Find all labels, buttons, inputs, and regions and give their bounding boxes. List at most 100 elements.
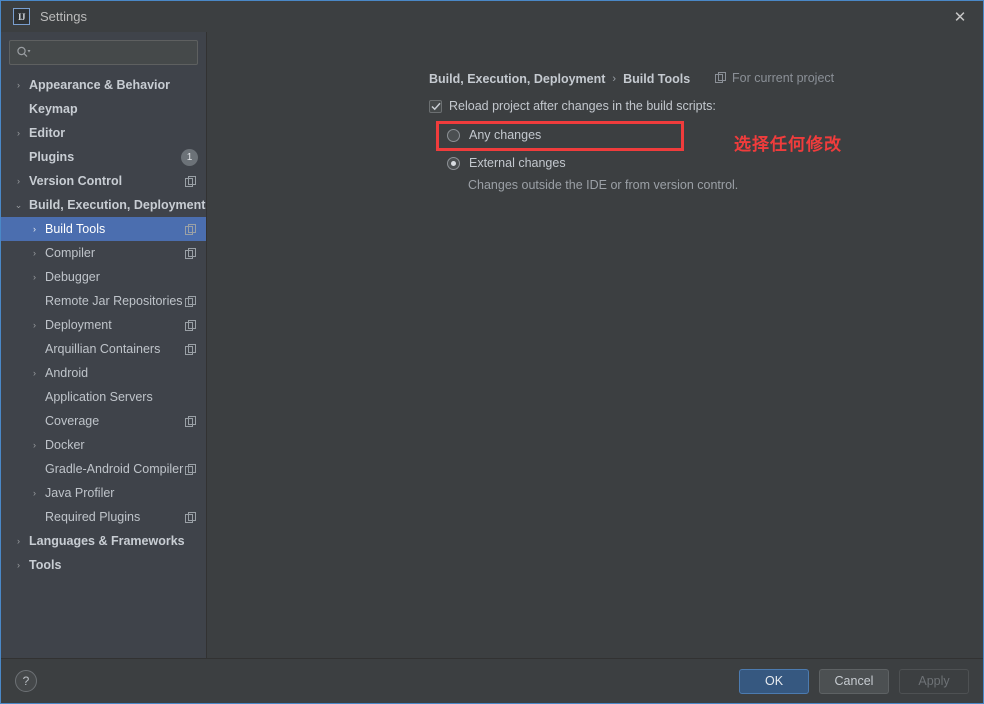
apply-button: Apply (899, 669, 969, 694)
project-scope-icon (185, 416, 197, 428)
search-box[interactable] (9, 40, 198, 65)
sidebar-item-deployment[interactable]: › Deployment (1, 313, 206, 337)
ok-button[interactable]: OK (739, 669, 809, 694)
sidebar-item-label: Deployment (45, 318, 112, 332)
breadcrumb-leaf: Build Tools (623, 72, 690, 86)
sidebar-item-compiler[interactable]: ›Compiler (1, 241, 206, 265)
sidebar-item-java-profiler[interactable]: ›Java Profiler (1, 481, 206, 505)
reload-project-checkbox[interactable] (429, 100, 442, 113)
sidebar-item-label: Docker (45, 438, 85, 452)
breadcrumb: Build, Execution, Deployment › Build Too… (429, 70, 690, 88)
radio-any-changes-label: Any changes (469, 128, 541, 142)
tree-spacer (29, 392, 40, 403)
reload-project-label: Reload project after changes in the buil… (449, 99, 716, 113)
project-scope-icon (185, 247, 197, 265)
radio-any-changes-indicator[interactable] (447, 129, 460, 142)
window-title: Settings (40, 9, 87, 24)
project-scope-icon (185, 295, 197, 313)
tree-spacer (29, 344, 40, 355)
tree-spacer (29, 416, 40, 427)
project-scope-note: For current project (715, 71, 834, 85)
project-scope-icon (185, 319, 197, 337)
search-input[interactable] (35, 46, 191, 60)
sidebar-item-required-plugins[interactable]: Required Plugins (1, 505, 206, 529)
project-scope-icon (185, 511, 197, 529)
sidebar-item-build-execution-deployment[interactable]: ⌄ Build, Execution, Deployment (1, 193, 206, 217)
chevron-icon[interactable]: › (29, 440, 40, 451)
chevron-icon[interactable]: › (29, 320, 40, 331)
chevron-icon[interactable]: › (29, 224, 40, 235)
sidebar-item-application-servers[interactable]: Application Servers (1, 385, 206, 409)
chevron-icon[interactable]: › (29, 272, 40, 283)
chevron-icon[interactable]: › (29, 368, 40, 379)
search-icon (16, 46, 31, 59)
tree-spacer (29, 296, 40, 307)
search-container (1, 32, 206, 71)
sidebar-item-languages-frameworks[interactable]: › Languages & Frameworks (1, 529, 206, 553)
chevron-icon[interactable]: ⌄ (13, 200, 24, 211)
dialog-button-group: OK Cancel Apply (739, 669, 969, 694)
settings-tree: › Appearance & Behavior Keymap ›EditorPlugi… (1, 71, 206, 658)
tree-spacer (13, 152, 24, 163)
sidebar-item-label: Remote Jar Repositories (45, 294, 183, 308)
breadcrumb-root[interactable]: Build, Execution, Deployment (429, 72, 605, 86)
sidebar-item-build-tools[interactable]: › Build Tools (1, 217, 206, 241)
sidebar-item-label: Version Control (29, 174, 122, 188)
dialog-footer: ? OK Cancel Apply (1, 658, 983, 703)
radio-external-changes-label: External changes (469, 156, 566, 170)
reload-project-checkbox-row[interactable]: Reload project after changes in the buil… (429, 99, 716, 113)
sidebar-item-label: Application Servers (45, 390, 153, 404)
sidebar-item-label: Keymap (29, 102, 78, 116)
plugins-update-badge: 1 (181, 149, 198, 166)
sidebar-item-gradle-android-compiler[interactable]: Gradle-Android Compiler (1, 457, 206, 481)
sidebar-item-label: Build Tools (45, 222, 105, 236)
chevron-icon[interactable]: › (29, 488, 40, 499)
annotation-text: 选择任何修改 (734, 130, 842, 155)
chevron-icon[interactable]: › (29, 248, 40, 259)
project-scope-icon (715, 72, 727, 84)
sidebar-item-label: Appearance & Behavior (29, 78, 170, 92)
help-button[interactable]: ? (15, 670, 37, 692)
project-scope-icon (185, 175, 197, 193)
chevron-icon[interactable]: › (13, 80, 24, 91)
chevron-icon[interactable]: › (13, 128, 24, 139)
dialog-body: › Appearance & Behavior Keymap ›EditorPlugi… (1, 32, 983, 658)
sidebar-item-debugger[interactable]: ›Debugger (1, 265, 206, 289)
sidebar-item-arquillian-containers[interactable]: Arquillian Containers (1, 337, 206, 361)
sidebar-item-label: Coverage (45, 414, 99, 428)
project-scope-icon (185, 343, 197, 361)
chevron-icon[interactable]: › (13, 176, 24, 187)
radio-external-changes-indicator[interactable] (447, 157, 460, 170)
sidebar-item-appearance-behavior[interactable]: › Appearance & Behavior (1, 73, 206, 97)
sidebar-item-label: Required Plugins (45, 510, 140, 524)
sidebar-item-keymap[interactable]: Keymap (1, 97, 206, 121)
cancel-button[interactable]: Cancel (819, 669, 889, 694)
sidebar-item-plugins[interactable]: Plugins1 (1, 145, 206, 169)
project-scope-icon (185, 344, 197, 356)
chevron-icon[interactable]: › (13, 536, 24, 547)
radio-any-changes[interactable]: Any changes (447, 128, 541, 142)
radio-selected-dot (451, 161, 456, 166)
project-scope-label: For current project (732, 71, 834, 85)
chevron-icon[interactable]: › (13, 560, 24, 571)
option-description: Changes outside the IDE or from version … (468, 178, 738, 192)
sidebar-item-editor[interactable]: ›Editor (1, 121, 206, 145)
settings-sidebar: › Appearance & Behavior Keymap ›EditorPlugi… (1, 32, 207, 658)
sidebar-item-docker[interactable]: › Docker (1, 433, 206, 457)
sidebar-item-tools[interactable]: ›Tools (1, 553, 206, 577)
sidebar-item-label: Languages & Frameworks (29, 534, 185, 548)
close-icon[interactable]: ✕ (937, 1, 983, 32)
sidebar-item-remote-jar-repositories[interactable]: Remote Jar Repositories (1, 289, 206, 313)
radio-external-changes[interactable]: External changes (447, 156, 566, 170)
project-scope-icon (185, 296, 197, 308)
settings-dialog: IJ Settings ✕ ›Appearance & BehaviorKeym… (0, 0, 984, 704)
tree-spacer (29, 464, 40, 475)
sidebar-item-label: Android (45, 366, 88, 380)
tree-spacer (13, 104, 24, 115)
sidebar-item-coverage[interactable]: Coverage (1, 409, 206, 433)
sidebar-item-label: Build, Execution, Deployment (29, 198, 205, 212)
project-scope-icon (185, 248, 197, 260)
sidebar-item-version-control[interactable]: › Version Control (1, 169, 206, 193)
project-scope-icon (185, 415, 197, 433)
sidebar-item-android[interactable]: › Android (1, 361, 206, 385)
